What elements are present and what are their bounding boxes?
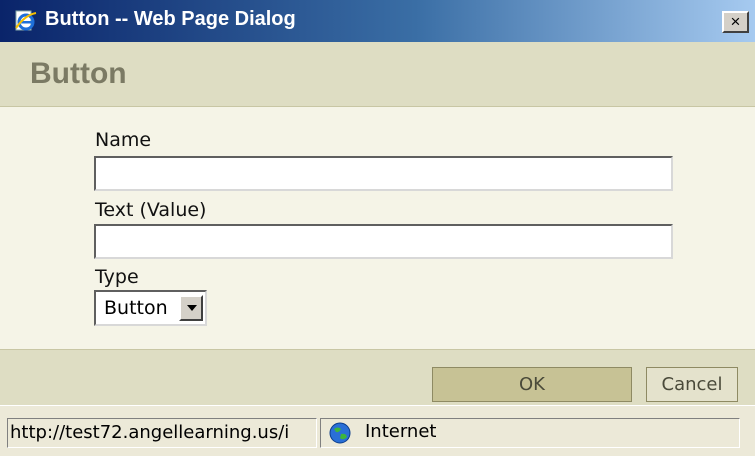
chevron-down-icon[interactable] [179, 295, 203, 321]
zone-label: Internet [365, 421, 437, 442]
text-value-input[interactable] [94, 224, 673, 259]
type-label: Type [95, 266, 139, 288]
security-zone: Internet [320, 418, 740, 448]
ie-page-icon [15, 10, 37, 31]
close-icon: × [730, 12, 741, 31]
status-bar: http://test72.angellearning.us/i Interne… [0, 405, 755, 456]
title-bar[interactable]: Button -- Web Page Dialog × [0, 0, 755, 42]
type-select-value: Button [104, 297, 168, 319]
page-title: Button [30, 57, 127, 90]
dialog-header: Button [0, 42, 755, 107]
name-input[interactable] [94, 156, 673, 191]
dialog-footer: OK Cancel [0, 349, 755, 406]
dialog-window: Button -- Web Page Dialog × Button Name … [0, 0, 755, 456]
status-url: http://test72.angellearning.us/i [7, 418, 317, 448]
ok-button[interactable]: OK [432, 367, 632, 402]
type-select[interactable]: Button [94, 290, 207, 326]
cancel-button[interactable]: Cancel [646, 367, 738, 402]
form-area: Name Text (Value) Type Button [0, 107, 755, 349]
window-title: Button -- Web Page Dialog [45, 8, 296, 30]
text-value-label: Text (Value) [95, 199, 207, 221]
name-label: Name [95, 129, 152, 151]
globe-icon [329, 422, 351, 444]
close-button[interactable]: × [722, 11, 749, 33]
